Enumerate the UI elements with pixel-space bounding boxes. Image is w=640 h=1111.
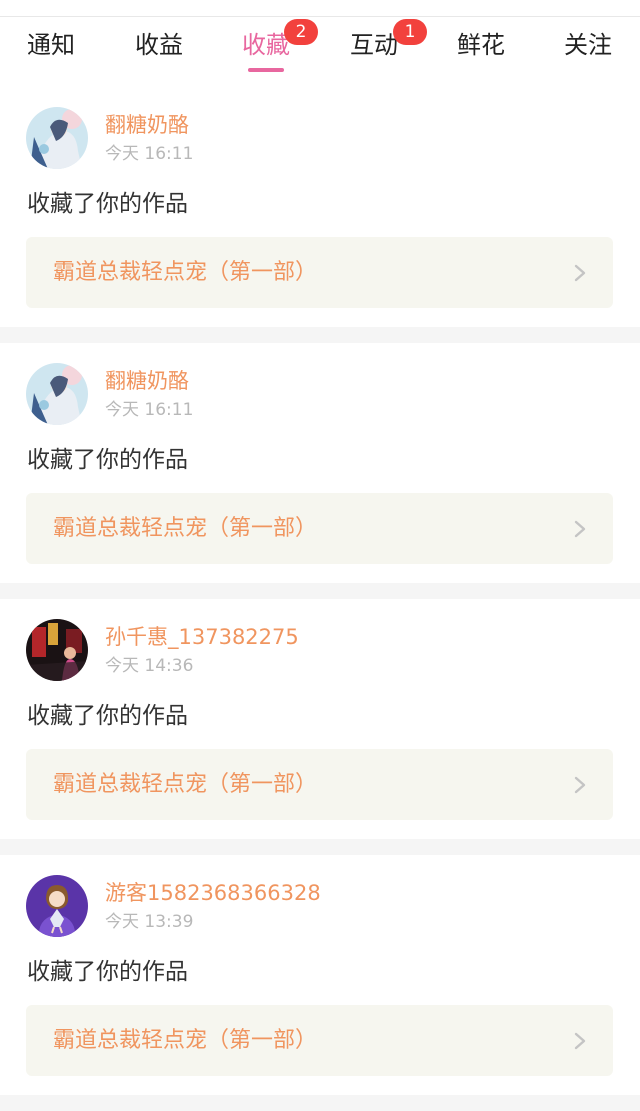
timestamp: 今天 14:36: [105, 656, 194, 676]
avatar[interactable]: [26, 875, 88, 937]
cartoon-girl-avatar-icon: [26, 875, 88, 937]
active-tab-indicator: [248, 68, 284, 72]
notification-card: 翻糖奶酪 今天 16:11 收藏了你的作品 霸道总裁轻点宠（第一部）: [0, 87, 640, 327]
work-link[interactable]: 霸道总裁轻点宠（第一部）: [26, 493, 613, 564]
timestamp: 今天 16:11: [105, 144, 194, 164]
notification-message: 收藏了你的作品: [27, 703, 188, 729]
work-title: 霸道总裁轻点宠（第一部）: [53, 1028, 318, 1053]
notification-list: 翻糖奶酪 今天 16:11 收藏了你的作品 霸道总裁轻点宠（第一部） 翻糖奶酪 …: [0, 87, 640, 1111]
tab-label: 收益: [135, 31, 183, 59]
chevron-right-icon: [574, 1032, 586, 1050]
work-link[interactable]: 霸道总裁轻点宠（第一部）: [26, 749, 613, 820]
username[interactable]: 翻糖奶酪: [105, 367, 189, 395]
tab-label: 收藏: [242, 31, 290, 59]
tab-earnings[interactable]: 收益: [130, 27, 188, 75]
chevron-right-icon: [574, 520, 586, 538]
work-link[interactable]: 霸道总裁轻点宠（第一部）: [26, 1005, 613, 1076]
timestamp: 今天 13:39: [105, 912, 194, 932]
tab-label: 鲜花: [457, 31, 505, 59]
username[interactable]: 游客1582368366328: [105, 879, 321, 907]
chevron-right-icon: [574, 264, 586, 282]
notification-message: 收藏了你的作品: [27, 191, 188, 217]
notification-card: 游客1582368366328 今天 13:39 收藏了你的作品 霸道总裁轻点宠…: [0, 855, 640, 1095]
tab-label: 互动: [350, 31, 398, 59]
work-link[interactable]: 霸道总裁轻点宠（第一部）: [26, 237, 613, 308]
notification-card: 孙千惠_137382275 今天 14:36 收藏了你的作品 霸道总裁轻点宠（第…: [0, 599, 640, 839]
tab-label: 通知: [27, 31, 75, 59]
username[interactable]: 孙千惠_137382275: [105, 623, 299, 651]
anime-girl-avatar-icon: [26, 107, 88, 169]
status-bar-strip: [0, 0, 640, 17]
notification-card: 翻糖奶酪 今天 16:11 收藏了你的作品 霸道总裁轻点宠（第一部）: [0, 343, 640, 583]
tab-following[interactable]: 关注: [559, 27, 617, 75]
avatar[interactable]: [26, 107, 88, 169]
tab-bar: 通知 收益 收藏 2 互动 1 鲜花 关注: [0, 17, 640, 87]
tab-flowers[interactable]: 鲜花: [452, 27, 510, 75]
tab-interactions[interactable]: 互动 1: [345, 19, 427, 75]
chevron-right-icon: [574, 776, 586, 794]
avatar[interactable]: [26, 619, 88, 681]
avatar[interactable]: [26, 363, 88, 425]
tab-favorites[interactable]: 收藏 2: [237, 19, 318, 75]
timestamp: 今天 16:11: [105, 400, 194, 420]
work-title: 霸道总裁轻点宠（第一部）: [53, 516, 318, 541]
tab-badge: 1: [393, 19, 427, 45]
tab-label: 关注: [564, 31, 612, 59]
notification-message: 收藏了你的作品: [27, 959, 188, 985]
work-title: 霸道总裁轻点宠（第一部）: [53, 772, 318, 797]
anime-girl-avatar-icon: [26, 363, 88, 425]
username[interactable]: 翻糖奶酪: [105, 111, 189, 139]
photo-avatar-icon: [26, 619, 88, 681]
tab-notifications[interactable]: 通知: [22, 27, 80, 75]
work-title: 霸道总裁轻点宠（第一部）: [53, 260, 318, 285]
tab-badge: 2: [284, 19, 318, 45]
notification-message: 收藏了你的作品: [27, 447, 188, 473]
